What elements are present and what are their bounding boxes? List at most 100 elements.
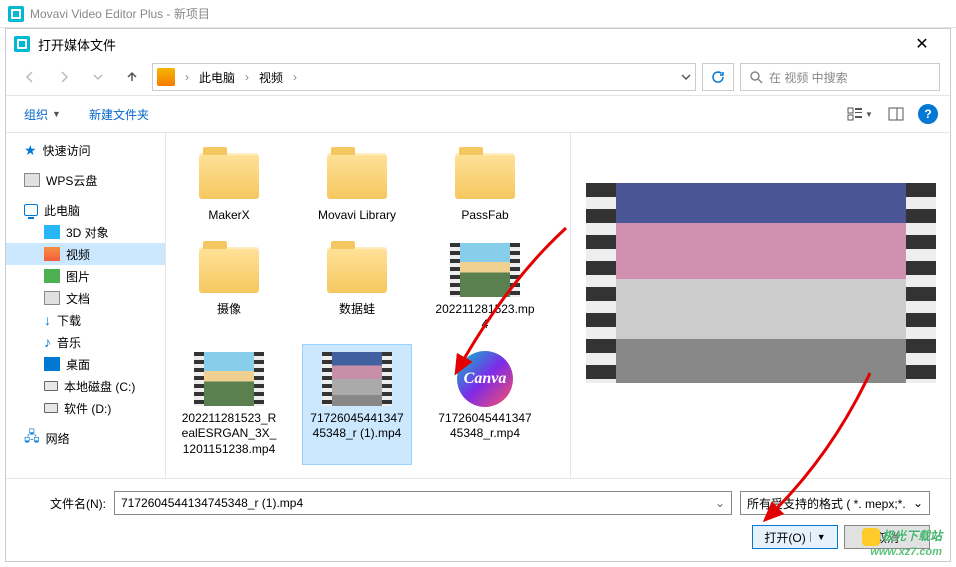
file-label: 7172604544134745348_r.mp4 — [435, 411, 535, 442]
file-label: MakerX — [208, 208, 249, 224]
nav-back-button[interactable] — [16, 63, 44, 91]
sidebar-pictures[interactable]: 图片 — [6, 265, 165, 287]
folder-icon — [194, 242, 264, 298]
sidebar-wps-cloud[interactable]: WPS云盘 — [6, 169, 165, 191]
cloud-drive-icon — [24, 173, 40, 187]
dropdown-caret-icon: ▼ — [52, 109, 61, 119]
drive-icon — [44, 381, 58, 391]
chevron-right-icon: › — [241, 70, 253, 84]
3d-icon — [44, 225, 60, 239]
drive-icon — [44, 403, 58, 413]
file-label: 数据蛙 — [339, 302, 375, 318]
preview-pane-button[interactable] — [882, 102, 910, 126]
cancel-button[interactable]: 取消 — [844, 525, 930, 549]
file-filter-select[interactable]: 所有受支持的格式 ( *. mepx;*. ⌄ — [740, 491, 930, 515]
sidebar-quick-access[interactable]: ★快速访问 — [6, 139, 165, 161]
file-label: 7172604544134745348_r (1).mp4 — [307, 411, 407, 442]
file-item[interactable]: MakerX — [174, 141, 284, 231]
network-icon: 🖧 — [24, 426, 40, 450]
sidebar-documents[interactable]: 文档 — [6, 287, 165, 309]
folder-icon — [194, 148, 264, 204]
nav-up-button[interactable] — [118, 63, 146, 91]
desktop-icon — [44, 357, 60, 371]
app-icon — [8, 6, 24, 22]
preview-pane — [570, 133, 950, 478]
music-icon: ♪ — [44, 334, 51, 350]
refresh-icon — [711, 70, 725, 84]
file-item[interactable]: 摄像 — [174, 235, 284, 340]
sidebar-desktop[interactable]: 桌面 — [6, 353, 165, 375]
sidebar-drive-d[interactable]: 软件 (D:) — [6, 397, 165, 419]
file-list[interactable]: MakerX Movavi Library PassFab 摄像 数据蛙 20221128… — [166, 133, 570, 478]
computer-icon — [24, 204, 38, 216]
file-item[interactable]: 数据蛙 — [302, 235, 412, 340]
sidebar-network[interactable]: 🖧网络 — [6, 427, 165, 449]
video-thumbnail-icon — [322, 351, 392, 407]
search-input[interactable]: 在 视频 中搜索 — [740, 63, 940, 91]
organize-button[interactable]: 组织 ▼ — [18, 102, 67, 127]
canva-icon: Canva — [450, 351, 520, 407]
video-icon — [44, 247, 60, 261]
documents-icon — [44, 291, 60, 305]
app-titlebar: Movavi Video Editor Plus - 新项目 — [0, 0, 956, 28]
new-folder-button[interactable]: 新建文件夹 — [83, 102, 155, 127]
filename-input[interactable]: 7172604544134745348_r (1).mp4 ⌄ — [114, 491, 732, 515]
nav-row: › 此电脑 › 视频 › 在 视频 中搜索 — [6, 59, 950, 95]
help-button[interactable]: ? — [918, 104, 938, 124]
file-label: 202211281523_RealESRGAN_3X_1201151238.mp… — [179, 411, 279, 458]
breadcrumb[interactable]: › 此电脑 › 视频 › — [152, 63, 696, 91]
search-icon — [749, 70, 763, 84]
file-label: 摄像 — [217, 302, 241, 318]
folder-icon — [450, 148, 520, 204]
dialog-icon — [14, 36, 30, 52]
video-thumbnail-icon — [450, 242, 520, 298]
sidebar: ★快速访问 WPS云盘 此电脑 3D 对象 视频 图片 文档 ↓下载 ♪音乐 桌… — [6, 133, 166, 478]
file-label: Movavi Library — [318, 208, 396, 224]
sidebar-music[interactable]: ♪音乐 — [6, 331, 165, 353]
preview-pane-icon — [888, 107, 904, 121]
chevron-down-icon[interactable] — [681, 72, 691, 82]
folder-icon — [322, 148, 392, 204]
view-options-button[interactable]: ▼ — [846, 102, 874, 126]
app-title: Movavi Video Editor Plus - 新项目 — [30, 5, 210, 22]
filename-value: 7172604544134745348_r (1).mp4 — [121, 496, 303, 510]
sidebar-videos[interactable]: 视频 — [6, 243, 165, 265]
file-label: PassFab — [461, 208, 508, 224]
dropdown-caret-icon: ▼ — [865, 110, 873, 119]
video-thumbnail-icon — [194, 351, 264, 407]
close-button[interactable]: ✕ — [902, 30, 942, 58]
file-item[interactable]: 202211281523.mp4 — [430, 235, 540, 340]
download-icon: ↓ — [44, 312, 51, 328]
help-icon: ? — [924, 107, 931, 121]
sidebar-this-pc[interactable]: 此电脑 — [6, 199, 165, 221]
dialog-body: ★快速访问 WPS云盘 此电脑 3D 对象 视频 图片 文档 ↓下载 ♪音乐 桌… — [6, 133, 950, 478]
file-item[interactable]: PassFab — [430, 141, 540, 231]
chevron-down-icon[interactable]: ⌄ — [715, 496, 725, 510]
open-button[interactable]: 打开(O) ▼ — [752, 525, 838, 549]
sidebar-drive-c[interactable]: 本地磁盘 (C:) — [6, 375, 165, 397]
chevron-down-icon — [93, 72, 103, 82]
split-caret-icon[interactable]: ▼ — [810, 532, 826, 542]
arrow-left-icon — [22, 69, 38, 85]
arrow-up-icon — [124, 69, 140, 85]
refresh-button[interactable] — [702, 63, 734, 91]
nav-forward-button[interactable] — [50, 63, 78, 91]
file-item[interactable]: 202211281523_RealESRGAN_3X_1201151238.mp… — [174, 344, 284, 465]
file-item[interactable]: Canva 7172604544134745348_r.mp4 — [430, 344, 540, 465]
breadcrumb-folder[interactable]: 视频 — [255, 67, 287, 88]
breadcrumb-root[interactable]: 此电脑 — [195, 67, 239, 88]
chevron-right-icon: › — [289, 70, 301, 84]
toolbar: 组织 ▼ 新建文件夹 ▼ ? — [6, 95, 950, 133]
tiles-icon — [847, 107, 863, 121]
nav-recent-button[interactable] — [84, 63, 112, 91]
file-item[interactable]: Movavi Library — [302, 141, 412, 231]
sidebar-3d-objects[interactable]: 3D 对象 — [6, 221, 165, 243]
dialog-footer: 文件名(N): 7172604544134745348_r (1).mp4 ⌄ … — [6, 478, 950, 561]
chevron-right-icon: › — [181, 70, 193, 84]
sidebar-downloads[interactable]: ↓下载 — [6, 309, 165, 331]
video-folder-icon — [157, 68, 175, 86]
dialog-titlebar: 打开媒体文件 ✕ — [6, 29, 950, 59]
search-placeholder: 在 视频 中搜索 — [769, 69, 848, 86]
folder-icon — [322, 242, 392, 298]
file-item[interactable]: 7172604544134745348_r (1).mp4 — [302, 344, 412, 465]
